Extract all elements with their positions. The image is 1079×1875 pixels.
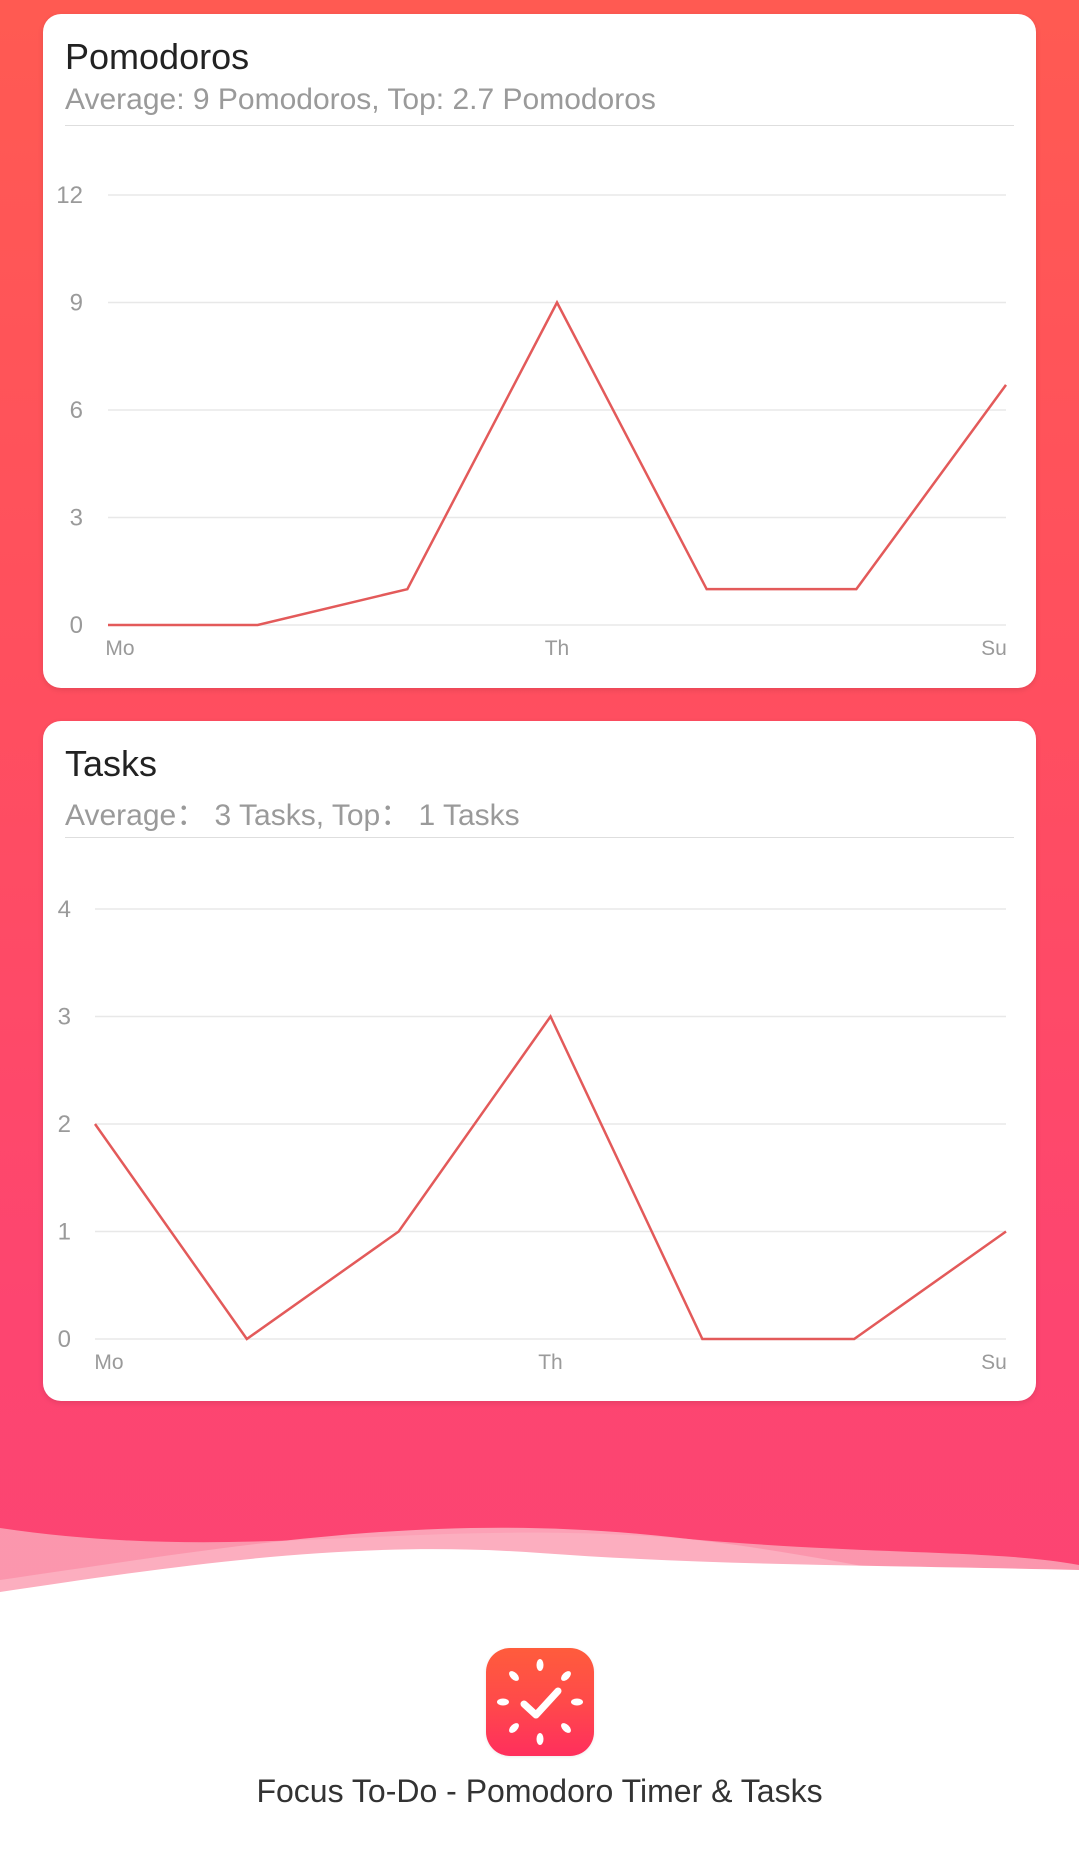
y-tick-label: 0 xyxy=(58,1326,71,1353)
x-tick-label: Mo xyxy=(105,637,134,660)
y-tick-label: 3 xyxy=(58,1004,71,1031)
x-tick-label: Su xyxy=(981,637,1007,660)
x-tick-label: Th xyxy=(545,637,570,660)
y-tick-label: 6 xyxy=(70,397,83,424)
y-tick-label: 0 xyxy=(70,612,83,639)
y-tick-label: 3 xyxy=(70,505,83,532)
y-tick-label: 1 xyxy=(58,1219,71,1246)
app-name: Focus To-Do - Pomodoro Timer & Tasks xyxy=(256,1773,823,1809)
tasks-chart: 0 1 2 3 4 Mo Th Su xyxy=(58,896,1007,1374)
series-line xyxy=(108,299,1008,627)
y-tick-label: 2 xyxy=(58,1111,71,1138)
y-tick-label: 4 xyxy=(58,896,71,923)
app-footer: Focus To-Do - Pomodoro Timer & Tasks xyxy=(0,1520,1079,1875)
y-tick-label: 12 xyxy=(56,182,83,209)
x-tick-label: Th xyxy=(538,1351,563,1374)
clock-check-icon[interactable] xyxy=(486,1648,594,1756)
pomodoros-card: Pomodoros Average: 9 Pomodoros, Top: 2.7… xyxy=(43,14,1036,688)
y-tick-label: 9 xyxy=(70,290,83,317)
x-tick-label: Su xyxy=(981,1351,1007,1374)
tasks-card: Tasks Average： 3 Tasks, Top： 1 Tasks 012… xyxy=(43,721,1036,1401)
pomodoros-chart: 0 3 6 9 12 Mo Th Su xyxy=(56,182,1008,660)
series-line xyxy=(93,1014,1007,1341)
x-tick-label: Mo xyxy=(94,1351,123,1374)
